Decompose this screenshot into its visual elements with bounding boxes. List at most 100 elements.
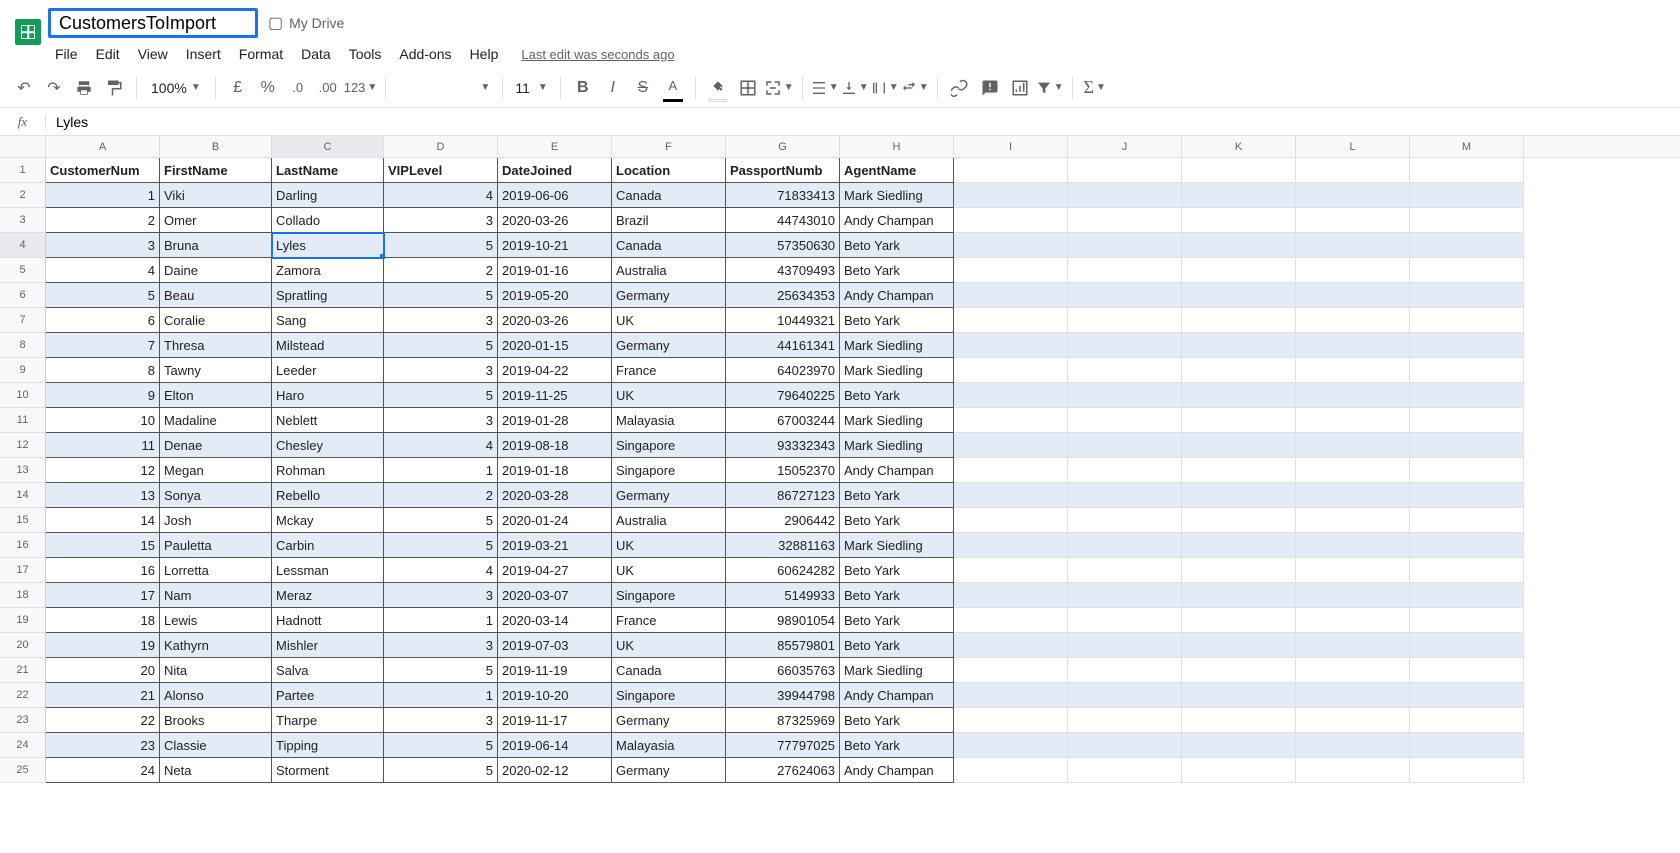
cell[interactable]: 2906442 bbox=[726, 508, 840, 533]
cell[interactable] bbox=[1296, 158, 1410, 183]
cell[interactable]: Pauletta bbox=[160, 533, 272, 558]
cell[interactable] bbox=[1296, 508, 1410, 533]
cell[interactable]: VIPLevel bbox=[384, 158, 498, 183]
cell[interactable] bbox=[1182, 483, 1296, 508]
cell[interactable] bbox=[1182, 258, 1296, 283]
insert-link-icon[interactable] bbox=[946, 74, 974, 102]
cell[interactable] bbox=[1410, 383, 1524, 408]
cell[interactable]: Leeder bbox=[272, 358, 384, 383]
cell[interactable]: 43709493 bbox=[726, 258, 840, 283]
column-header-J[interactable]: J bbox=[1068, 136, 1182, 157]
cell[interactable] bbox=[1068, 158, 1182, 183]
cell[interactable]: Beto Yark bbox=[840, 383, 954, 408]
cell[interactable] bbox=[1410, 733, 1524, 758]
cell[interactable]: Singapore bbox=[612, 683, 726, 708]
cell[interactable]: 60624282 bbox=[726, 558, 840, 583]
cell[interactable]: Mckay bbox=[272, 508, 384, 533]
cell[interactable]: UK bbox=[612, 308, 726, 333]
cell[interactable] bbox=[1410, 533, 1524, 558]
cell[interactable]: Rebello bbox=[272, 483, 384, 508]
cell[interactable]: Germany bbox=[612, 708, 726, 733]
cell[interactable]: 3 bbox=[384, 708, 498, 733]
cell[interactable] bbox=[1068, 333, 1182, 358]
cell[interactable]: Canada bbox=[612, 183, 726, 208]
cell[interactable]: Nam bbox=[160, 583, 272, 608]
cell[interactable]: 2019-04-27 bbox=[498, 558, 612, 583]
cell[interactable]: Tawny bbox=[160, 358, 272, 383]
cell[interactable] bbox=[1182, 758, 1296, 783]
cell[interactable]: Andy Champan bbox=[840, 283, 954, 308]
cell[interactable] bbox=[1296, 183, 1410, 208]
text-rotation-icon[interactable]: ▼ bbox=[901, 74, 929, 102]
cell[interactable] bbox=[1068, 433, 1182, 458]
cell[interactable] bbox=[1068, 358, 1182, 383]
cell[interactable] bbox=[1068, 483, 1182, 508]
cell[interactable]: PassportNumb bbox=[726, 158, 840, 183]
cell[interactable]: 2019-03-21 bbox=[498, 533, 612, 558]
column-header-G[interactable]: G bbox=[726, 136, 840, 157]
last-edit-link[interactable]: Last edit was seconds ago bbox=[521, 47, 674, 62]
cell[interactable]: 2020-01-15 bbox=[498, 333, 612, 358]
cell[interactable]: 79640225 bbox=[726, 383, 840, 408]
cell[interactable] bbox=[954, 258, 1068, 283]
cell[interactable] bbox=[1182, 633, 1296, 658]
cell[interactable]: Darling bbox=[272, 183, 384, 208]
cell[interactable]: 3 bbox=[384, 633, 498, 658]
decrease-decimal-icon[interactable]: .0 bbox=[284, 74, 312, 102]
cell[interactable] bbox=[1410, 608, 1524, 633]
cell[interactable] bbox=[1182, 283, 1296, 308]
insert-comment-icon[interactable] bbox=[976, 74, 1004, 102]
cell[interactable] bbox=[1410, 508, 1524, 533]
cell[interactable]: Salva bbox=[272, 658, 384, 683]
cell[interactable]: Neta bbox=[160, 758, 272, 783]
cell[interactable]: Beto Yark bbox=[840, 608, 954, 633]
cell[interactable] bbox=[1068, 583, 1182, 608]
cell[interactable]: 18 bbox=[46, 608, 160, 633]
cell[interactable]: 2019-07-03 bbox=[498, 633, 612, 658]
cell[interactable]: 1 bbox=[384, 458, 498, 483]
cell[interactable] bbox=[1182, 658, 1296, 683]
cell[interactable]: 3 bbox=[384, 408, 498, 433]
cell[interactable]: Beto Yark bbox=[840, 508, 954, 533]
cell[interactable]: Andy Champan bbox=[840, 758, 954, 783]
cell[interactable]: Malayasia bbox=[612, 408, 726, 433]
cell[interactable]: Lewis bbox=[160, 608, 272, 633]
row-header-8[interactable]: 8 bbox=[0, 333, 46, 358]
menu-data[interactable]: Data bbox=[294, 44, 338, 64]
cell[interactable]: 2020-03-07 bbox=[498, 583, 612, 608]
merge-cells-icon[interactable]: ▼ bbox=[764, 74, 794, 102]
cell[interactable] bbox=[1182, 708, 1296, 733]
cell[interactable] bbox=[954, 508, 1068, 533]
cell[interactable] bbox=[954, 333, 1068, 358]
cell[interactable] bbox=[954, 533, 1068, 558]
cell[interactable]: Meraz bbox=[272, 583, 384, 608]
cell[interactable] bbox=[1068, 233, 1182, 258]
cell[interactable] bbox=[954, 358, 1068, 383]
cell[interactable]: 2019-05-20 bbox=[498, 283, 612, 308]
cell[interactable]: 85579801 bbox=[726, 633, 840, 658]
cell[interactable]: Hadnott bbox=[272, 608, 384, 633]
cell[interactable]: 2020-03-28 bbox=[498, 483, 612, 508]
cell[interactable] bbox=[1182, 458, 1296, 483]
cell[interactable]: 2019-06-14 bbox=[498, 733, 612, 758]
cell[interactable] bbox=[1410, 183, 1524, 208]
row-header-9[interactable]: 9 bbox=[0, 358, 46, 383]
cell[interactable]: Viki bbox=[160, 183, 272, 208]
cell[interactable] bbox=[1410, 633, 1524, 658]
cell[interactable] bbox=[1410, 658, 1524, 683]
column-header-I[interactable]: I bbox=[954, 136, 1068, 157]
cell[interactable]: 2020-02-12 bbox=[498, 758, 612, 783]
cell[interactable]: 86727123 bbox=[726, 483, 840, 508]
cell[interactable] bbox=[1296, 258, 1410, 283]
cell[interactable]: Neblett bbox=[272, 408, 384, 433]
cell[interactable]: Thresa bbox=[160, 333, 272, 358]
cell[interactable] bbox=[1068, 283, 1182, 308]
cell[interactable]: Beto Yark bbox=[840, 733, 954, 758]
cell[interactable] bbox=[1068, 658, 1182, 683]
cell[interactable]: DateJoined bbox=[498, 158, 612, 183]
font-size-select[interactable]: 11▼ bbox=[511, 80, 551, 96]
cell[interactable] bbox=[1296, 308, 1410, 333]
cell[interactable] bbox=[1410, 358, 1524, 383]
cell[interactable]: Mark Siedling bbox=[840, 533, 954, 558]
increase-decimal-icon[interactable]: .00 bbox=[314, 74, 342, 102]
